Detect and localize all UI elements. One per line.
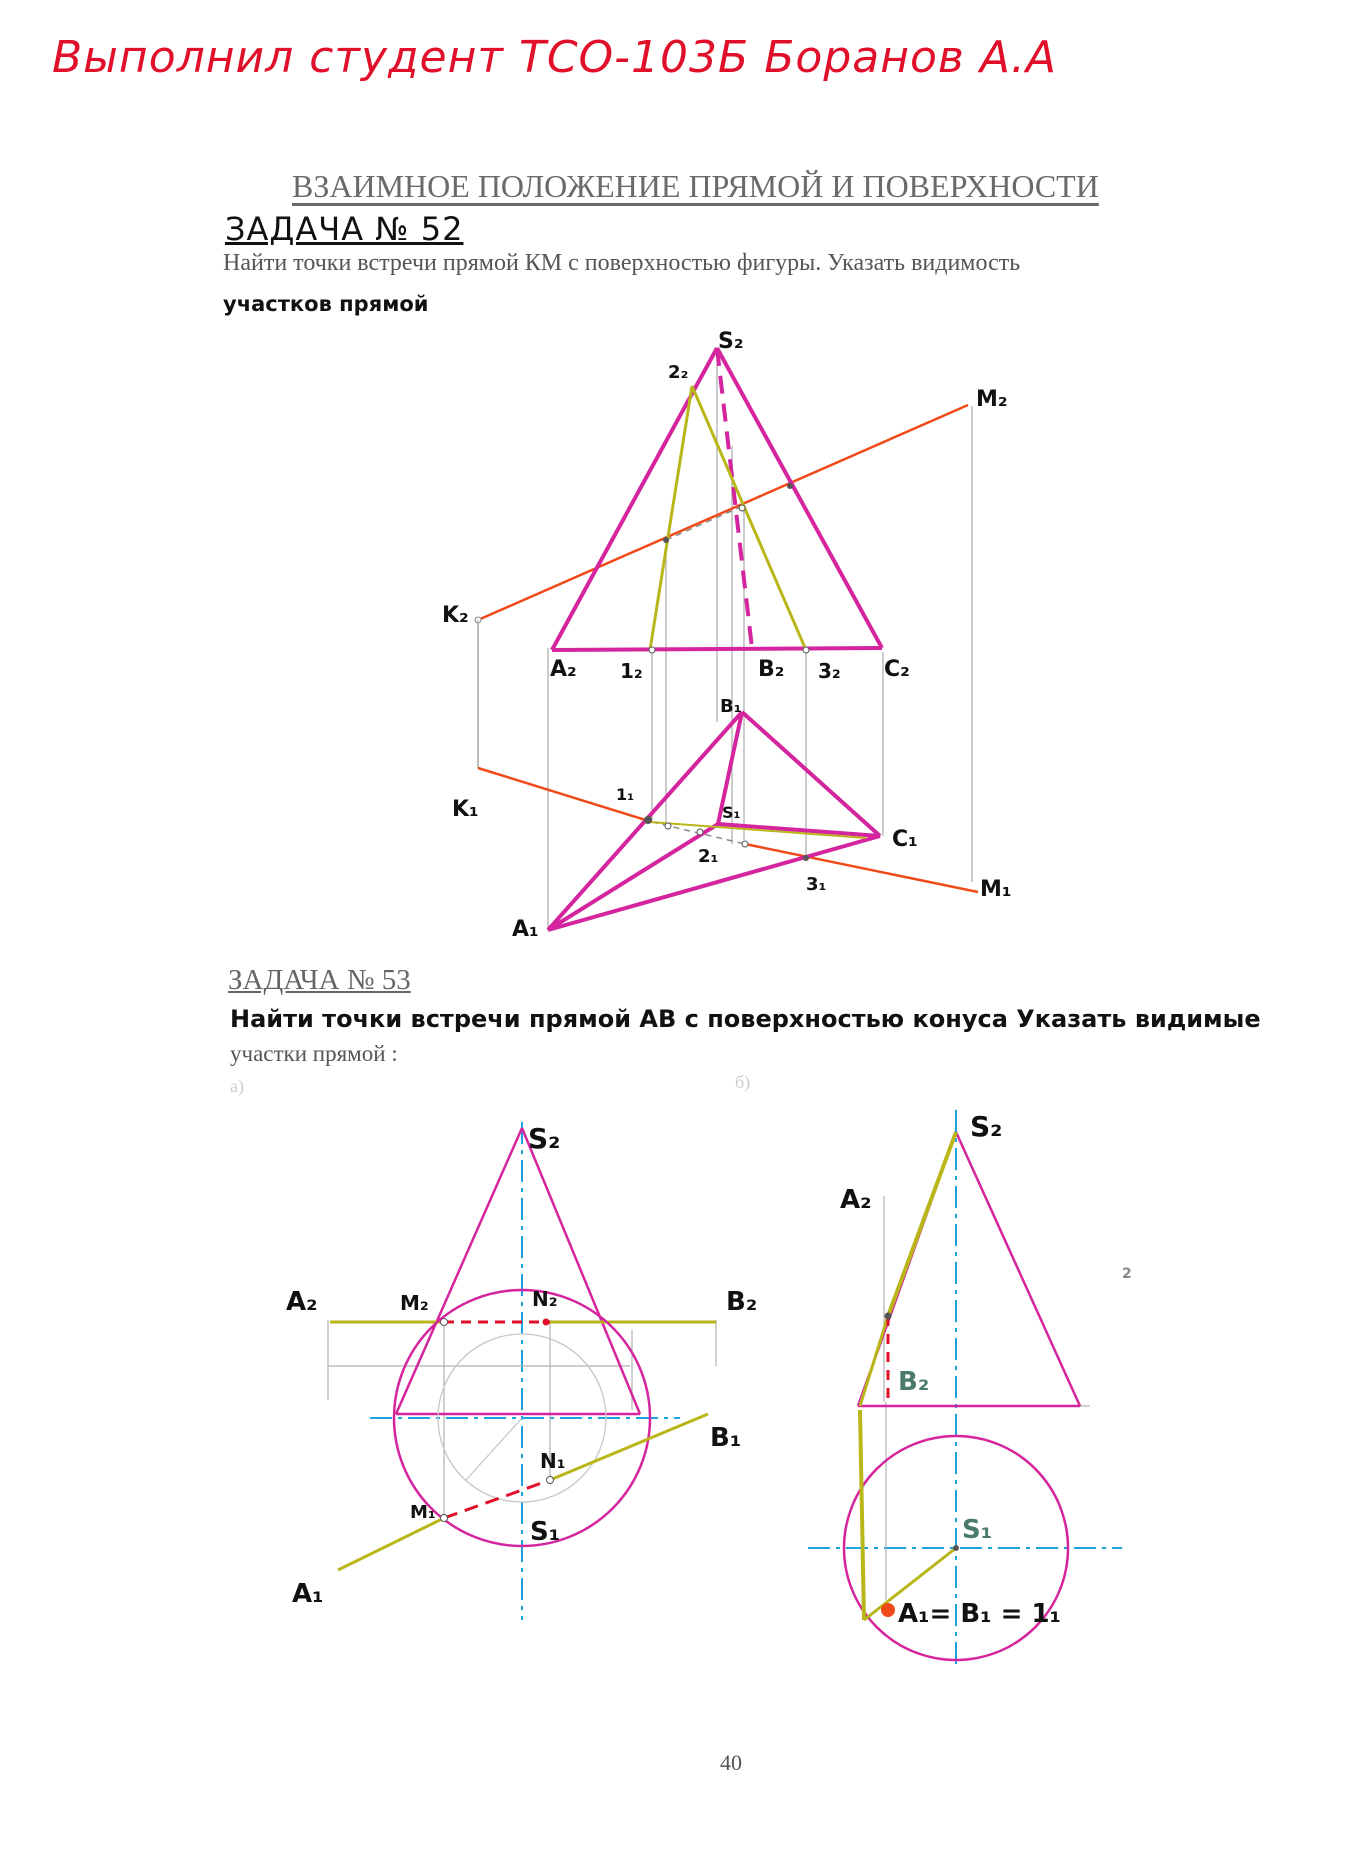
label-3-2: 3₂ (818, 659, 841, 683)
line-b-plan-vertical (858, 1409, 866, 1621)
point-3-2 (802, 646, 810, 654)
cone-b-front-view (856, 1131, 1082, 1408)
line-k1m1-right (744, 842, 979, 894)
label-b2: B₂ (758, 657, 784, 682)
line-b-s2a2 (886, 1131, 958, 1317)
point-b-a1 (881, 1603, 895, 1617)
pyramid-top-view (546, 710, 882, 932)
line-a1m1 (337, 1516, 445, 1572)
label-3-1: 3₁ (806, 874, 826, 895)
point-hidden-1 (741, 840, 749, 848)
label-a1: A₁ (512, 917, 539, 942)
label-c1: C₁ (892, 827, 918, 852)
label-s1: S₁ (722, 803, 741, 822)
k2m2-exit-point (787, 483, 793, 489)
task53b-drawing: S₂ A₂ B₂ S₁ A₁= B₁ = 1₁ 2 (808, 1110, 1132, 1670)
line-m1n1-hidden (443, 1478, 551, 1520)
label-b1: B₁ (720, 696, 742, 717)
drawings: S₂ 2₂ M₂ K₂ A₂ 1₂ B₂ 3₂ C₂ B₁ K₁ 1₁ S₁ 2… (286, 329, 1132, 1670)
label-a-m1: M₁ (410, 1502, 436, 1523)
point-3-1 (803, 855, 809, 861)
label-b-s1: S₁ (962, 1515, 992, 1545)
label-k1: K₁ (452, 797, 479, 822)
label-b-a2: A₂ (840, 1185, 872, 1215)
k2m2-hidden-point (738, 504, 746, 512)
label-1-2: 1₂ (620, 659, 643, 683)
label-a-a2: A₂ (286, 1287, 318, 1317)
task52-drawing: S₂ 2₂ M₂ K₂ A₂ 1₂ B₂ 3₂ C₂ B₁ K₁ 1₁ S₁ 2… (442, 329, 1012, 942)
cone-a-aux-radius (465, 1417, 523, 1481)
stray-mark: 2 (1122, 1266, 1132, 1282)
label-c2: C₂ (884, 657, 910, 682)
label-a-n2: N₂ (532, 1287, 558, 1311)
point-2-1-marker (664, 822, 672, 830)
task53a-drawing: S₂ A₂ M₂ N₂ B₂ N₁ B₁ M₁ S₁ A₁ (286, 1122, 757, 1620)
label-b-a1b1: A₁= B₁ = 1₁ (898, 1599, 1061, 1629)
point-1-2 (648, 646, 656, 654)
label-m2: M₂ (976, 387, 1008, 412)
label-s2: S₂ (718, 329, 743, 354)
point-2-1 (696, 828, 704, 836)
label-b-s2: S₂ (970, 1110, 1002, 1143)
label-a-a1: A₁ (292, 1579, 324, 1609)
label-2-1: 2₁ (698, 846, 718, 867)
label-a-s1: S₁ (530, 1517, 560, 1547)
label-a-n1: N₁ (540, 1449, 566, 1473)
label-a-m2: M₂ (400, 1291, 429, 1315)
line-k2m2-hidden (665, 504, 746, 541)
label-k2: K₂ (442, 603, 469, 628)
point-n1 (546, 1476, 554, 1484)
label-a-b2: B₂ (726, 1287, 757, 1317)
pyramid-section-top (649, 821, 867, 839)
point-m1 (440, 1514, 448, 1522)
point-1-1 (644, 816, 652, 824)
point-b-s1 (953, 1545, 959, 1551)
cone-a-front-view (394, 1127, 642, 1416)
label-1-1: 1₁ (616, 785, 634, 804)
line-k2m2 (477, 403, 969, 622)
k2m2-entry-point (663, 537, 669, 543)
label-2-2: 2₂ (668, 362, 688, 383)
label-a-s2: S₂ (528, 1122, 560, 1155)
line-n1b1 (549, 1412, 709, 1482)
point-b-a2 (884, 1312, 892, 1320)
label-b-b2: B₂ (898, 1367, 929, 1397)
point-n2 (542, 1318, 550, 1326)
label-a-b1: B₁ (710, 1423, 741, 1453)
label-a2: A₂ (550, 657, 577, 682)
label-m1: M₁ (980, 877, 1012, 902)
